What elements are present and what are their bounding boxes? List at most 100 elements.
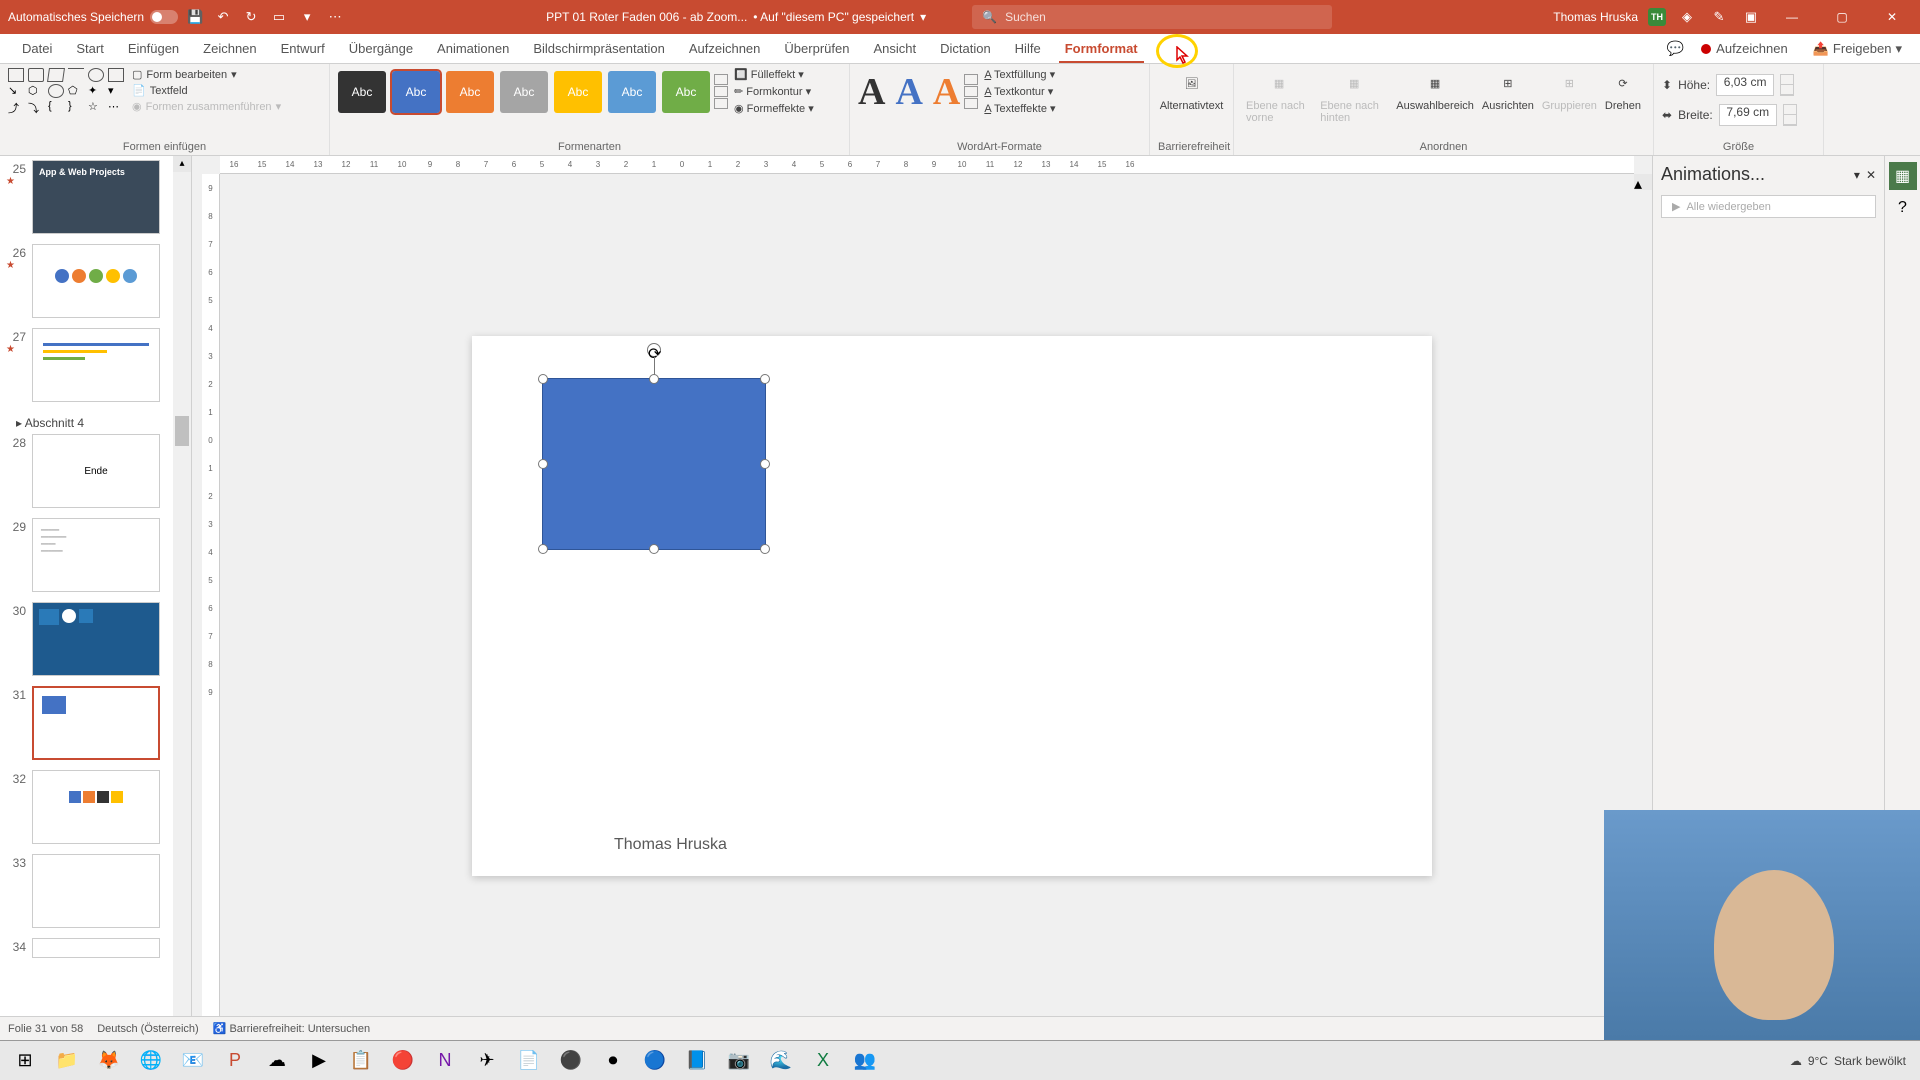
app-icon[interactable]: ☁ [258,1042,296,1080]
slide-thumb-33[interactable]: 33 [6,854,185,928]
designer-icon[interactable]: ▦ [1889,162,1917,190]
slide-thumb-25[interactable]: 25★ App & Web Projects [6,160,185,234]
tab-ansicht[interactable]: Ansicht [861,34,928,63]
tab-uebergaenge[interactable]: Übergänge [337,34,425,63]
textfeld-button[interactable]: 📄 Textfeld [132,84,281,97]
vlc-icon[interactable]: ▶ [300,1042,338,1080]
pen-icon[interactable]: ✎ [1708,6,1730,28]
onenote-icon[interactable]: N [426,1042,464,1080]
height-spinner[interactable] [1780,74,1794,96]
formeffekte-button[interactable]: ◉ Formeffekte ▾ [734,102,814,115]
textfuellung-button[interactable]: A Textfüllung ▾ [984,68,1055,81]
form-bearbeiten-button[interactable]: ▢ Form bearbeiten ▾ [132,68,281,81]
pane-dropdown-icon[interactable]: ▾ [1854,168,1860,182]
comments-icon[interactable]: 💬 [1667,40,1684,57]
slide-thumb-29[interactable]: 29 ━━━━━━━━━━━━━━━━━━━━━━ [6,518,185,592]
shape-styles-gallery[interactable]: Abc Abc Abc Abc Abc Abc Abc [338,71,710,113]
chrome-icon[interactable]: 🌐 [132,1042,170,1080]
tab-bildschirm[interactable]: Bildschirmpräsentation [521,34,677,63]
textkontur-button[interactable]: A Textkontur ▾ [984,85,1055,98]
tab-datei[interactable]: Datei [10,34,64,63]
drehen-button[interactable]: ⟳Drehen [1601,68,1645,124]
wordart-gallery[interactable]: A A A [858,70,960,114]
tab-ueberpruefen[interactable]: Überprüfen [772,34,861,63]
telegram-icon[interactable]: ✈ [468,1042,506,1080]
minimize-button[interactable]: — [1772,2,1812,32]
record-icon[interactable]: ⏺ [594,1042,632,1080]
gruppieren-button[interactable]: ⊞Gruppieren [1538,68,1601,124]
rotate-handle[interactable]: ⟳ [647,343,661,357]
language-label[interactable]: Deutsch (Österreich) [97,1023,198,1035]
auswahlbereich-button[interactable]: ▦Auswahlbereich [1392,68,1478,124]
qa-more-icon[interactable]: ⋯ [324,6,346,28]
formen-zusammen-button[interactable]: ◉ Formen zusammenführen ▾ [132,100,281,113]
obs-icon[interactable]: ⚫ [552,1042,590,1080]
slide-thumb-34[interactable]: 34 [6,938,185,958]
firefox-icon[interactable]: 🦊 [90,1042,128,1080]
teams-icon[interactable]: 👥 [846,1042,884,1080]
shapes-gallery[interactable]: ↘⬡⬠✦▾ ⤴⤵{}☆⋯ [8,68,126,114]
title-dropdown-icon[interactable]: ▾ [920,10,926,24]
ebene-vorne-button[interactable]: ▦Ebene nach vorne [1242,68,1316,124]
app-icon-5[interactable]: 🔵 [636,1042,674,1080]
search-box[interactable]: 🔍 [972,5,1332,29]
canvas-area[interactable]: 1615141312111098765432101234567891011121… [192,156,1652,1050]
accessibility-label[interactable]: ♿ Barrierefreiheit: Untersuchen [213,1022,370,1035]
tab-formformat[interactable]: Formformat [1053,34,1150,63]
save-icon[interactable]: 💾 [184,6,206,28]
tab-animationen[interactable]: Animationen [425,34,521,63]
outlook-icon[interactable]: 📧 [174,1042,212,1080]
diamond-icon[interactable]: ◈ [1676,6,1698,28]
tab-hilfe[interactable]: Hilfe [1003,34,1053,63]
undo-icon[interactable]: ↶ [212,6,234,28]
tab-aufzeichnen[interactable]: Aufzeichnen [677,34,773,63]
alternativtext-button[interactable]: 🖼 Alternativtext [1158,68,1225,112]
width-input[interactable]: 7,69 cm [1719,104,1777,126]
close-button[interactable]: ✕ [1872,2,1912,32]
excel-icon[interactable]: X [804,1042,842,1080]
tab-start[interactable]: Start [64,34,115,63]
app-icon-2[interactable]: 📋 [342,1042,380,1080]
start-menu-icon[interactable]: ⊞ [6,1042,44,1080]
search-input[interactable] [1005,10,1322,24]
slide-thumb-26[interactable]: 26★ [6,244,185,318]
styles-more-icon[interactable] [714,74,728,109]
tab-zeichnen[interactable]: Zeichnen [191,34,268,63]
author-text[interactable]: Thomas Hruska [614,836,727,854]
play-all-button[interactable]: ▶ Alle wiedergeben [1661,195,1876,218]
app-icon-4[interactable]: 📄 [510,1042,548,1080]
app-icon-3[interactable]: 🔴 [384,1042,422,1080]
selected-rectangle-shape[interactable]: ⟳ [542,378,766,550]
slide-canvas[interactable]: ⟳ Thomas Hruska [472,336,1432,876]
slide-thumb-28[interactable]: 28 Ende [6,434,185,508]
ausrichten-button[interactable]: ⊞Ausrichten [1478,68,1538,124]
pane-close-icon[interactable]: ✕ [1866,168,1876,182]
qa-dropdown-icon[interactable]: ▾ [296,6,318,28]
formkontur-button[interactable]: ✏ Formkontur ▾ [734,85,814,98]
app-icon-6[interactable]: 📘 [678,1042,716,1080]
powerpoint-icon[interactable]: P [216,1042,254,1080]
tab-einfuegen[interactable]: Einfügen [116,34,191,63]
freigeben-button[interactable]: 📤 Freigeben ▾ [1805,38,1910,60]
redo-icon[interactable]: ↻ [240,6,262,28]
fuelleffekt-button[interactable]: 🔲 Fülleffekt ▾ [734,68,814,81]
maximize-button[interactable]: ▢ [1822,2,1862,32]
slide-thumb-31[interactable]: 31 [6,686,185,760]
section-header-4[interactable]: ▸ Abschnitt 4 [6,412,185,434]
slide-thumb-32[interactable]: 32 [6,770,185,844]
edge-icon[interactable]: 🌊 [762,1042,800,1080]
autosave-toggle[interactable]: Automatisches Speichern [8,10,178,24]
tab-dictation[interactable]: Dictation [928,34,1003,63]
slide-thumb-30[interactable]: 30 [6,602,185,676]
slide-thumb-27[interactable]: 27★ [6,328,185,402]
tab-entwurf[interactable]: Entwurf [269,34,337,63]
texteffekte-button[interactable]: A Texteffekte ▾ [984,102,1055,115]
window-icon[interactable]: ▣ [1740,6,1762,28]
weather-widget[interactable]: ☁ 9°C Stark bewölkt [1790,1054,1914,1068]
help-icon[interactable]: ? [1889,194,1917,222]
aufzeichnen-button[interactable]: Aufzeichnen [1692,37,1797,60]
height-input[interactable]: 6,03 cm [1716,74,1774,96]
user-avatar[interactable]: TH [1648,8,1666,26]
present-from-start-icon[interactable]: ▭ [268,6,290,28]
wordart-more-icon[interactable] [964,74,978,109]
